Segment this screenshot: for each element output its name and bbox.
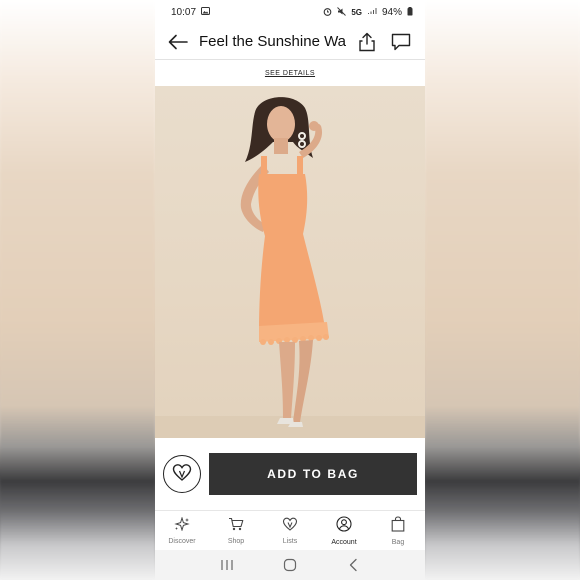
heart-icon [282, 517, 298, 536]
tab-label: Lists [282, 537, 298, 545]
back-chevron-icon[interactable] [338, 553, 368, 577]
signal-icon [367, 7, 377, 17]
wishlist-button[interactable] [163, 455, 201, 493]
user-icon [336, 515, 352, 537]
tab-label: Discover [168, 537, 196, 545]
battery-icon [407, 6, 413, 18]
recents-icon[interactable] [212, 553, 242, 577]
tab-label: Account [331, 538, 357, 546]
chat-icon[interactable] [387, 28, 415, 56]
nav-header: Feel the Sunshine Wa.. [155, 24, 425, 60]
system-navigation-bar [155, 550, 425, 580]
network-type: 5G [351, 7, 362, 17]
tab-shop[interactable]: Shop [209, 511, 263, 550]
action-bar: ADD TO BAG [155, 438, 425, 510]
share-icon[interactable] [353, 28, 381, 56]
blurred-backdrop-right [425, 0, 580, 580]
phone-screen: 10:07 5G 94% Feel the Sunshine Wa.. SEE … [155, 0, 425, 580]
cart-icon [228, 517, 244, 536]
tab-bag[interactable]: Bag [371, 511, 425, 550]
blurred-backdrop-left [0, 0, 155, 580]
model-illustration [240, 97, 329, 427]
alarm-icon [323, 7, 332, 18]
tab-bar: Discover Shop Lists Account Bag [155, 510, 425, 550]
tab-lists[interactable]: Lists [263, 511, 317, 550]
home-icon[interactable] [275, 553, 305, 577]
arrow-left-icon[interactable] [165, 29, 191, 55]
mute-icon [337, 6, 347, 18]
battery-percent: 94% [381, 6, 402, 18]
tab-account[interactable]: Account [317, 511, 371, 550]
bag-icon [391, 515, 405, 537]
tab-discover[interactable]: Discover [155, 511, 209, 550]
status-bar: 10:07 5G 94% [155, 0, 425, 24]
tab-label: Bag [391, 538, 405, 546]
see-details-link[interactable]: SEE DETAILS [265, 70, 315, 77]
status-time: 10:07 [171, 6, 197, 18]
heart-icon [172, 463, 192, 486]
sparkle-icon [174, 515, 190, 536]
promo-strip: SEE DETAILS [155, 60, 425, 86]
add-to-bag-button[interactable]: ADD TO BAG [209, 453, 417, 495]
tab-label: Shop [227, 537, 245, 545]
product-image[interactable] [155, 86, 425, 438]
gallery-notification-icon [201, 7, 211, 17]
page-title: Feel the Sunshine Wa.. [199, 33, 347, 50]
